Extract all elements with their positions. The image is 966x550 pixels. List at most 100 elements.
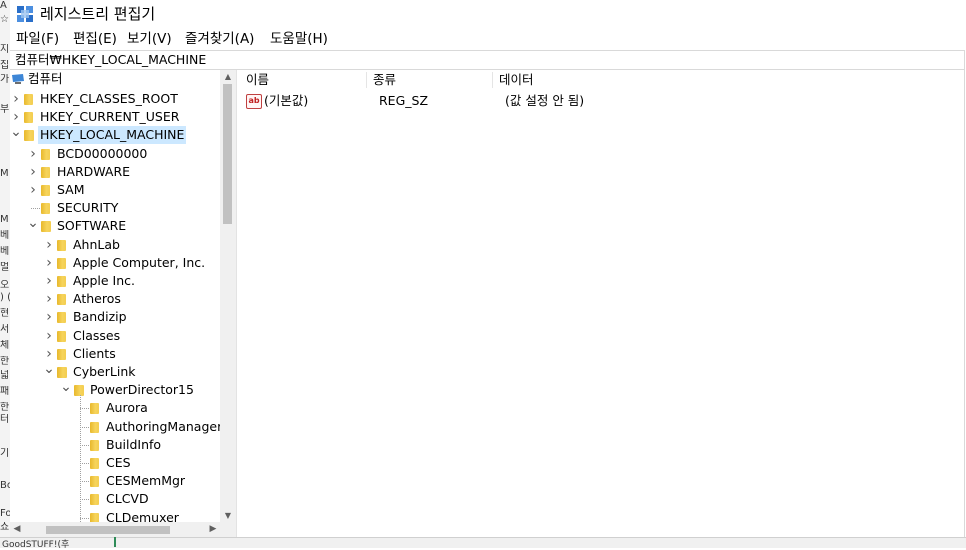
tree-item-label: SOFTWARE xyxy=(57,218,127,233)
background-strip-char: 터 xyxy=(0,414,10,425)
tree-vertical-scroll-thumb[interactable] xyxy=(223,84,232,224)
background-strip-char: 가 xyxy=(0,74,10,85)
chevron-right-icon[interactable]: › xyxy=(27,181,39,199)
column-header-type[interactable]: 종류 xyxy=(367,70,493,90)
column-header-name[interactable]: 이름 xyxy=(240,70,366,90)
tree-item-label: Atheros xyxy=(73,291,121,306)
folder-icon xyxy=(90,440,99,451)
tree-item-label: Apple Computer, Inc. xyxy=(73,255,206,270)
chevron-right-icon[interactable]: › xyxy=(43,308,55,326)
menu-help[interactable]: 도움말(H) xyxy=(270,30,328,48)
chevron-right-icon[interactable]: › xyxy=(43,254,55,272)
background-strip-char: 현 xyxy=(0,308,10,319)
tree-item-label: HARDWARE xyxy=(57,164,131,179)
menu-file[interactable]: 파일(F) xyxy=(16,30,59,48)
chevron-down-icon[interactable]: ⌄ xyxy=(27,216,39,235)
tree-connector-line xyxy=(80,499,89,500)
chevron-down-icon[interactable]: ⌄ xyxy=(10,125,22,144)
address-text: 컴퓨터₩HKEY_LOCAL_MACHINE xyxy=(15,52,207,67)
chevron-right-icon[interactable]: › xyxy=(27,163,39,181)
background-strip-char: 서 xyxy=(0,324,10,335)
tree-connector-line xyxy=(80,518,89,519)
registry-editor-app-icon xyxy=(17,6,33,22)
column-header-data[interactable]: 데이터 xyxy=(493,70,699,90)
address-bar[interactable]: 컴퓨터₩HKEY_LOCAL_MACHINE xyxy=(10,50,965,70)
background-strip-char: 기 xyxy=(0,448,10,459)
tree-connector-line xyxy=(80,427,89,428)
values-pane: 이름 종류 데이터 ab (기본값) REG_SZ (값 설정 안 됨) xyxy=(240,70,965,537)
background-taskbar-strip: GoodSTUFF!(후 xyxy=(0,537,966,550)
menu-favorites[interactable]: 즐겨찾기(A) xyxy=(185,30,254,48)
background-strip-char: 체 xyxy=(0,340,10,351)
tree-vertical-scrollbar[interactable]: ▲ ▼ xyxy=(220,70,236,522)
tree-connector-line xyxy=(31,208,40,209)
value-row[interactable]: ab (기본값) REG_SZ (값 설정 안 됨) xyxy=(240,92,964,110)
chevron-right-icon[interactable]: › xyxy=(27,145,39,163)
tree-horizontal-scroll-thumb[interactable] xyxy=(46,526,170,534)
background-strip-char: 멀 xyxy=(0,262,10,273)
tree-horizontal-scrollbar[interactable]: ◀ ▶ xyxy=(10,522,236,537)
background-window-strip: A ☆ 지 집 가 부 M M 베 베 멀 오) (현 서 체 한 넓 패 한 터 기 Bo Fo 쇼 xyxy=(0,0,10,547)
tree-item-label: AhnLab xyxy=(73,237,120,252)
scrollbar-corner xyxy=(220,522,236,537)
background-strip-char: 넓 xyxy=(0,370,10,381)
tree-item-label: BCD00000000 xyxy=(57,146,148,161)
tree-pane: 컴퓨터 › HKEY_CLASSES_ROOT › HKEY_CURRENT_USER… xyxy=(10,70,236,537)
string-value-icon: ab xyxy=(246,94,262,109)
scroll-down-arrow-icon[interactable]: ▼ xyxy=(220,509,236,522)
chevron-right-icon[interactable]: › xyxy=(43,272,55,290)
scroll-up-arrow-icon[interactable]: ▲ xyxy=(220,70,236,83)
scroll-right-arrow-icon[interactable]: ▶ xyxy=(206,522,220,537)
background-strip-char: 집 xyxy=(0,60,10,71)
folder-icon xyxy=(57,276,66,287)
tree-item-label: AuthoringManager xyxy=(106,419,223,434)
menu-edit[interactable]: 편집(E) xyxy=(73,30,117,48)
chevron-down-icon[interactable]: ⌄ xyxy=(60,380,72,399)
menu-bar: 파일(F) 편집(E) 보기(V) 즐겨찾기(A) 도움말(H) xyxy=(10,28,966,50)
menu-view[interactable]: 보기(V) xyxy=(127,30,172,48)
tree-item-label: CyberLink xyxy=(73,364,136,379)
background-strip-char: 오 xyxy=(0,280,10,291)
background-strip-char: 패 xyxy=(0,386,10,397)
folder-icon xyxy=(24,94,33,105)
folder-icon xyxy=(24,112,33,123)
folder-icon xyxy=(90,458,99,469)
chevron-right-icon[interactable]: › xyxy=(10,90,22,108)
tree-connector-line xyxy=(80,408,89,409)
background-strip-char: 지 xyxy=(0,44,10,55)
tree-item-label: Classes xyxy=(73,328,121,343)
background-strip-char: M xyxy=(0,168,9,179)
background-strip-char: 한 xyxy=(0,402,10,413)
background-strip-char: Bo xyxy=(0,480,10,491)
folder-icon xyxy=(90,403,99,414)
tree-item-label: Bandizip xyxy=(73,309,127,324)
background-bottom-text: GoodSTUFF!(후 xyxy=(2,540,70,550)
tree-item-label: BuildInfo xyxy=(106,437,162,452)
scroll-left-arrow-icon[interactable]: ◀ xyxy=(10,522,24,537)
folder-icon xyxy=(57,349,66,360)
folder-open-icon xyxy=(24,130,34,141)
folder-icon xyxy=(57,258,66,269)
folder-open-icon xyxy=(41,221,51,232)
folder-open-icon xyxy=(74,385,84,396)
value-type: REG_SZ xyxy=(379,93,429,108)
tree-connector-line xyxy=(80,445,89,446)
window-title: 레지스트리 편집기 xyxy=(40,5,156,23)
tree-connector-line xyxy=(80,481,89,482)
chevron-right-icon[interactable]: › xyxy=(43,327,55,345)
value-name: (기본값) xyxy=(264,93,309,108)
value-data: (값 설정 안 됨) xyxy=(505,93,585,108)
background-strip-char: 한 xyxy=(0,356,10,367)
chevron-right-icon[interactable]: › xyxy=(43,236,55,254)
registry-editor-window: 레지스트리 편집기 파일(F) 편집(E) 보기(V) 즐겨찾기(A) 도움말(… xyxy=(10,0,966,547)
tree-connector-line xyxy=(80,395,81,532)
tree-item-label: PowerDirector15 xyxy=(90,382,194,397)
folder-icon xyxy=(57,294,66,305)
chevron-down-icon[interactable]: ⌄ xyxy=(43,362,55,381)
folder-open-icon xyxy=(57,367,67,378)
tree-item-label: Clients xyxy=(73,346,116,361)
chevron-right-icon[interactable]: › xyxy=(43,290,55,308)
background-strip-char: ) ( xyxy=(0,292,10,303)
computer-icon xyxy=(12,74,24,84)
background-strip-char: Fo xyxy=(0,508,10,519)
